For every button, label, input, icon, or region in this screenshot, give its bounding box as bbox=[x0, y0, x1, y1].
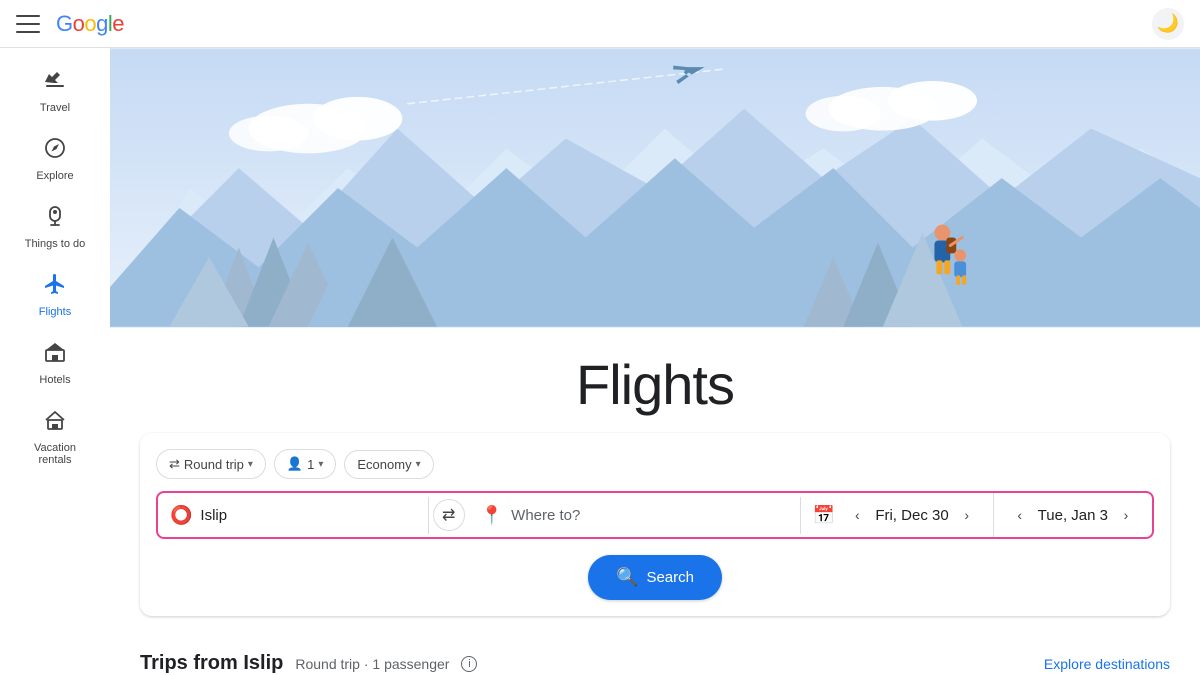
sidebar-label-travel: Travel bbox=[40, 102, 70, 114]
search-button-row: 🔍 Search bbox=[156, 555, 1154, 600]
sidebar: Travel Explore Things to do bbox=[0, 48, 110, 675]
search-label: Search bbox=[646, 569, 694, 586]
return-date-display: ‹ Tue, Jan 3 › bbox=[1006, 501, 1140, 529]
search-inputs-row: ⭕ ⇄ 📍 📅 ‹ Fri, Dec 3 bbox=[156, 491, 1154, 539]
sidebar-item-vacation-rentals[interactable]: Vacation rentals bbox=[8, 398, 102, 476]
search-section: ⇄ Round trip ▾ 👤 1 ▾ Economy ▾ bbox=[110, 433, 1200, 636]
return-date-section[interactable]: ‹ Tue, Jan 3 › bbox=[993, 493, 1152, 537]
sidebar-item-hotels[interactable]: Hotels bbox=[8, 330, 102, 396]
google-logo: Google bbox=[56, 11, 124, 37]
return-date-text: Tue, Jan 3 bbox=[1038, 507, 1108, 524]
origin-input-group[interactable]: ⭕ bbox=[158, 497, 429, 534]
origin-circle-icon: ⭕ bbox=[170, 505, 192, 526]
sidebar-label-vacation: Vacation rentals bbox=[16, 442, 94, 466]
menu-button[interactable] bbox=[16, 12, 40, 36]
destination-input-group[interactable]: 📍 bbox=[469, 497, 801, 534]
flights-icon bbox=[43, 272, 67, 302]
sidebar-label-explore: Explore bbox=[36, 170, 73, 182]
page-title-section: Flights bbox=[110, 328, 1200, 433]
passengers-label: 1 bbox=[307, 457, 314, 472]
content-area: Flights ⇄ Round trip ▾ 👤 1 ▾ bbox=[110, 48, 1200, 675]
origin-input[interactable] bbox=[200, 507, 415, 524]
sidebar-item-things-to-do[interactable]: Things to do bbox=[8, 194, 102, 260]
explore-icon bbox=[43, 136, 67, 166]
return-prev-button[interactable]: ‹ bbox=[1006, 501, 1034, 529]
passengers-chevron: ▾ bbox=[318, 459, 323, 470]
search-button[interactable]: 🔍 Search bbox=[588, 555, 722, 600]
vacation-rentals-icon bbox=[43, 408, 67, 438]
departure-date-display: ‹ Fri, Dec 30 › bbox=[843, 501, 980, 529]
hotels-icon bbox=[43, 340, 67, 370]
main-layout: Travel Explore Things to do bbox=[0, 48, 1200, 675]
things-to-do-icon bbox=[43, 204, 67, 234]
travel-icon bbox=[43, 68, 67, 98]
sidebar-label-flights: Flights bbox=[39, 306, 71, 318]
destination-marker-icon: 📍 bbox=[481, 505, 503, 526]
page-title: Flights bbox=[110, 352, 1200, 417]
search-options-row: ⇄ Round trip ▾ 👤 1 ▾ Economy ▾ bbox=[156, 449, 1154, 479]
trip-type-label: Round trip bbox=[184, 457, 244, 472]
swap-button[interactable]: ⇄ bbox=[433, 499, 465, 531]
return-next-button[interactable]: › bbox=[1112, 501, 1140, 529]
search-icon: 🔍 bbox=[616, 567, 638, 588]
sidebar-label-things: Things to do bbox=[25, 238, 86, 250]
sidebar-item-explore[interactable]: Explore bbox=[8, 126, 102, 192]
trip-type-dropdown[interactable]: ⇄ Round trip ▾ bbox=[156, 449, 266, 479]
info-icon[interactable]: i bbox=[461, 656, 477, 672]
header: Google 🌙 bbox=[0, 0, 1200, 48]
trip-type-chevron: ▾ bbox=[248, 459, 253, 470]
sidebar-label-hotels: Hotels bbox=[39, 374, 70, 386]
departure-date-section[interactable]: 📅 ‹ Fri, Dec 30 › bbox=[801, 493, 993, 537]
swap-icon: ⇄ bbox=[169, 456, 180, 472]
trips-section: Trips from Islip Round trip · 1 passenge… bbox=[110, 636, 1200, 675]
trips-header: Trips from Islip Round trip · 1 passenge… bbox=[140, 652, 1170, 675]
departure-date-text: Fri, Dec 30 bbox=[875, 507, 948, 524]
departure-next-button[interactable]: › bbox=[953, 501, 981, 529]
trips-title: Trips from Islip bbox=[140, 652, 283, 675]
sidebar-item-travel[interactable]: Travel bbox=[8, 58, 102, 124]
trips-subtitle: Round trip · 1 passenger bbox=[295, 656, 449, 672]
dark-mode-button[interactable]: 🌙 bbox=[1152, 8, 1184, 40]
departure-prev-button[interactable]: ‹ bbox=[843, 501, 871, 529]
destination-input[interactable] bbox=[511, 507, 788, 524]
cabin-class-dropdown[interactable]: Economy ▾ bbox=[344, 450, 433, 479]
passengers-dropdown[interactable]: 👤 1 ▾ bbox=[274, 449, 336, 479]
hero-illustration bbox=[110, 48, 1200, 328]
sidebar-item-flights[interactable]: Flights bbox=[8, 262, 102, 328]
calendar-icon: 📅 bbox=[813, 505, 835, 526]
cabin-class-label: Economy bbox=[357, 457, 411, 472]
cabin-chevron: ▾ bbox=[416, 459, 421, 470]
search-card: ⇄ Round trip ▾ 👤 1 ▾ Economy ▾ bbox=[140, 433, 1170, 616]
explore-destinations-link[interactable]: Explore destinations bbox=[1044, 656, 1170, 672]
passenger-icon: 👤 bbox=[287, 456, 303, 472]
